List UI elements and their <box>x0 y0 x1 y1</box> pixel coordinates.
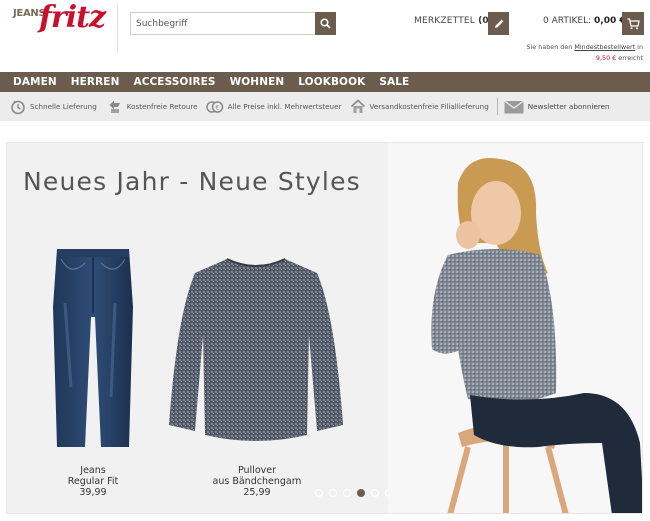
nav-item-herren[interactable]: HERREN <box>71 76 120 88</box>
main-navigation: DAMEN HERREN ACCESSOIRES WOHNEN LOOKBOOK… <box>0 72 650 92</box>
pullover-product-image[interactable] <box>167 255 345 445</box>
product-price: 25,99 <box>243 487 271 498</box>
hero-product-panel: Neues Jahr - Neue Styles Jeans Regular F… <box>7 143 393 513</box>
product-name-detail: aus Bändchengarn <box>212 476 302 487</box>
product-name: Jeans <box>80 465 106 476</box>
site-header: JEANS fritz ® MERKZETTEL (0) 0 ARTIKEL: … <box>0 0 650 72</box>
header-divider <box>117 4 118 54</box>
newsletter-subscribe-link[interactable]: Newsletter abonnieren <box>503 100 610 114</box>
usp-label: Schnelle Lieferung <box>30 102 97 111</box>
usp-free-returns: Kostenfreie Retoure <box>105 100 198 114</box>
usp-label: Kostenfreie Retoure <box>126 102 198 111</box>
slider-dot[interactable] <box>343 489 351 497</box>
wishlist-label: MERKZETTEL <box>414 16 475 26</box>
model-image <box>431 158 642 513</box>
slider-pagination <box>315 489 399 497</box>
min-order-suffix: in <box>635 43 643 51</box>
usp-divider <box>496 98 498 115</box>
return-arrow-icon <box>109 100 120 113</box>
slider-dot[interactable] <box>371 489 379 497</box>
nav-item-lookbook[interactable]: LOOKBOOK <box>298 76 365 88</box>
wishlist-button[interactable] <box>488 12 509 35</box>
search-icon <box>320 18 331 29</box>
jeans-fritz-logo[interactable]: JEANS fritz ® <box>13 0 106 44</box>
logo-fritz-text: fritz <box>39 0 106 35</box>
product-price: 39,99 <box>79 487 107 498</box>
usp-bar: Schnelle Lieferung Kostenfreie Retoure €… <box>0 92 650 121</box>
min-order-amount: 9,50 € <box>595 54 617 62</box>
hero-slider[interactable]: Neues Jahr - Neue Styles Jeans Regular F… <box>6 142 643 514</box>
cart-summary[interactable]: 0 ARTIKEL: 0,00 € <box>543 16 626 26</box>
usp-label: Versandkostenfreie Filiallieferung <box>369 102 489 111</box>
logo-registered-mark: ® <box>97 10 103 17</box>
pencil-icon <box>494 19 503 28</box>
product-name: Pullover <box>237 465 277 476</box>
minimum-order-notice: Sie haben den Mindestbestellwert in 9,50… <box>383 42 643 64</box>
search-input[interactable] <box>130 12 315 35</box>
usp-prices-incl-vat: € Alle Preise inkl. Mehrwertsteuer <box>205 100 342 114</box>
cart-total: 0,00 € <box>594 16 626 26</box>
svg-text:€: € <box>215 104 219 111</box>
usp-free-store-delivery: Versandkostenfreie Filiallieferung <box>350 99 489 114</box>
coins-icon: € <box>205 100 223 113</box>
shopping-cart-icon <box>627 17 640 29</box>
product-jeans[interactable]: Jeans Regular Fit 39,99 <box>63 465 123 498</box>
nav-item-sale[interactable]: SALE <box>379 76 409 88</box>
slider-dot[interactable] <box>329 489 337 497</box>
slider-dot[interactable] <box>315 489 323 497</box>
nav-item-accessoires[interactable]: ACCESSOIRES <box>133 76 215 88</box>
wishlist-link[interactable]: MERKZETTEL (0) <box>414 16 493 26</box>
min-order-end: erreicht <box>616 54 643 62</box>
min-order-link[interactable]: Mindestbestellwert <box>574 43 635 51</box>
envelope-icon <box>503 100 524 113</box>
min-order-prefix: Sie haben den <box>526 43 575 51</box>
nav-item-wohnen[interactable]: WOHNEN <box>230 76 285 88</box>
cart-items-label: 0 ARTIKEL: <box>543 16 592 26</box>
slider-dot-active[interactable] <box>357 489 365 497</box>
cart-button[interactable] <box>622 12 644 35</box>
product-pullover[interactable]: Pullover aus Bändchengarn 25,99 <box>207 465 307 498</box>
jeans-product-image[interactable] <box>51 247 135 451</box>
search-button[interactable] <box>315 12 336 35</box>
product-name-detail: Regular Fit <box>67 476 119 487</box>
house-icon <box>350 99 365 113</box>
usp-fast-delivery: Schnelle Lieferung <box>10 99 97 115</box>
hero-title: Neues Jahr - Neue Styles <box>23 167 361 196</box>
nav-item-damen[interactable]: DAMEN <box>13 76 57 88</box>
newsletter-label: Newsletter abonnieren <box>527 102 610 111</box>
clock-icon <box>11 99 25 114</box>
hero-model-photo[interactable] <box>388 143 642 513</box>
usp-label: Alle Preise inkl. Mehrwertsteuer <box>227 102 342 111</box>
search-form <box>130 12 336 35</box>
